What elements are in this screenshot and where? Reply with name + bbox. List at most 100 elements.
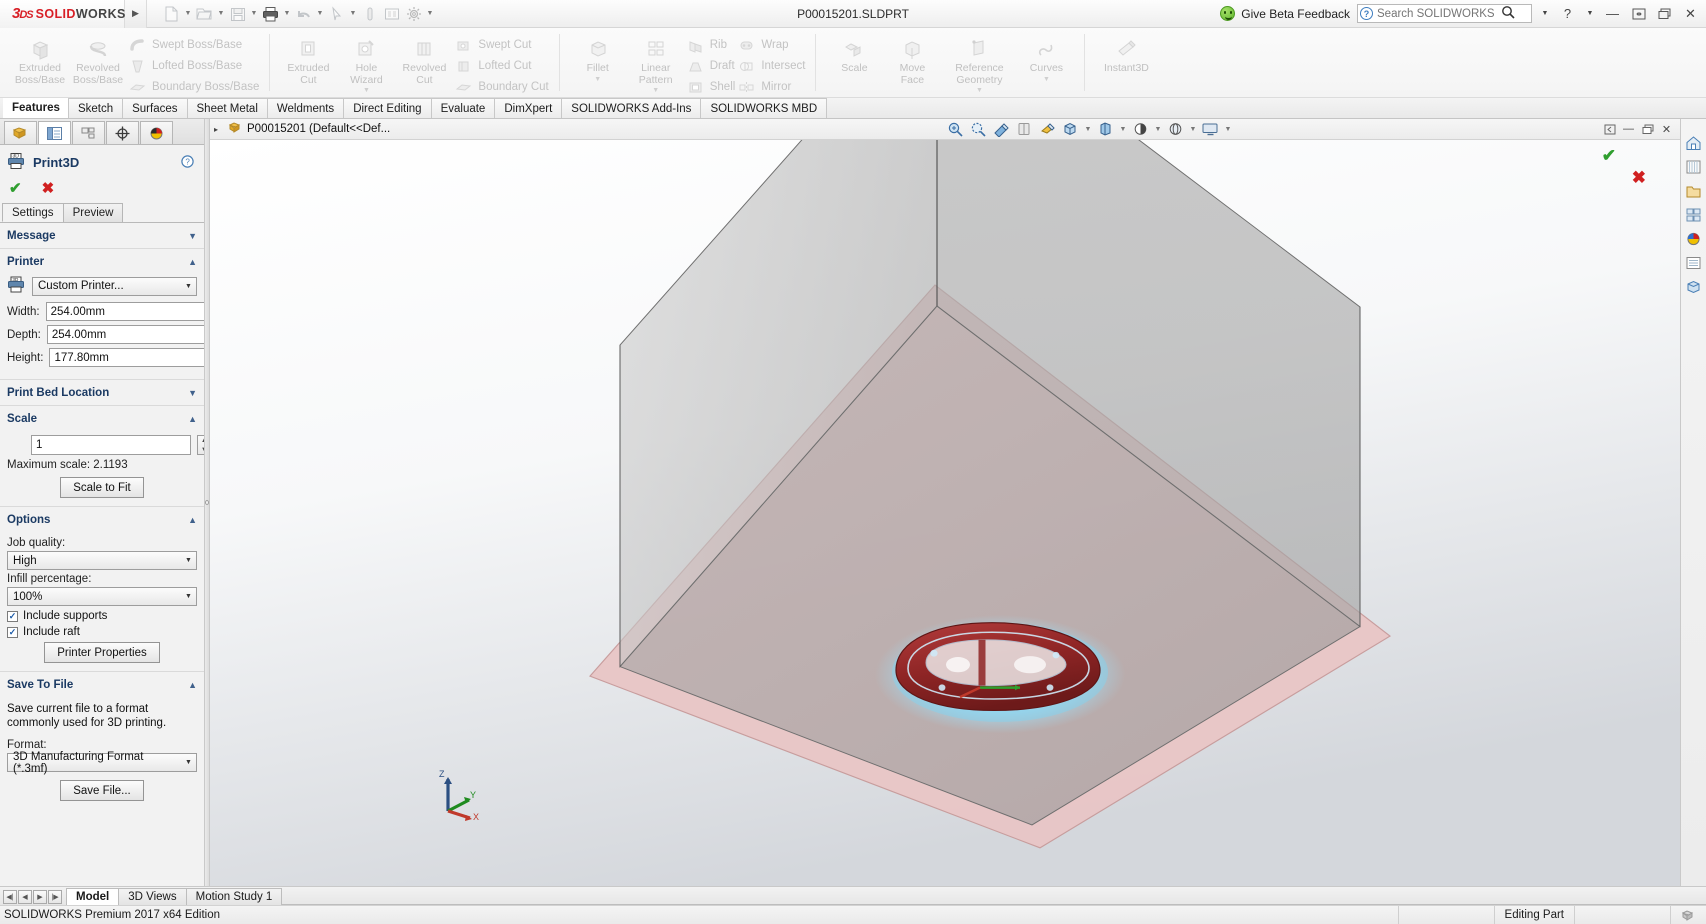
new-document-dropdown-icon[interactable]: ▼ [183, 3, 193, 25]
ribbon-draft[interactable]: Draft [686, 57, 736, 75]
expand-triangle-icon[interactable]: ▸ [214, 125, 223, 134]
configuration-manager-tab[interactable] [72, 121, 105, 144]
3d-views-icon[interactable] [1684, 277, 1704, 296]
help-icon[interactable]: ? [181, 155, 194, 171]
splitter-handle[interactable] [205, 500, 209, 505]
tab-surfaces[interactable]: Surfaces [122, 98, 187, 118]
first-tab-button[interactable]: ◀| [3, 890, 17, 904]
hide-show-dropdown-icon[interactable]: ▼ [1118, 118, 1128, 140]
scale-input-wrap[interactable] [31, 435, 191, 455]
select-dropdown-icon[interactable]: ▼ [348, 3, 358, 25]
scale-input[interactable] [32, 436, 190, 454]
ribbon-intersect[interactable]: Intersect [737, 57, 805, 75]
zoom-to-fit-icon[interactable] [945, 120, 966, 139]
document-close-button[interactable]: ✕ [1659, 122, 1674, 137]
appearances-scenes-icon[interactable] [1684, 229, 1704, 248]
view-settings-icon[interactable] [1200, 120, 1221, 139]
section-printer-header[interactable]: Printer ▲ [0, 249, 204, 274]
ribbon-move-face[interactable]: MoveFace [884, 31, 940, 86]
print-icon[interactable] [260, 3, 281, 25]
solidworks-logo[interactable]: 3DS SOLIDWORKS [0, 0, 125, 28]
tab-direct-editing[interactable]: Direct Editing [343, 98, 431, 118]
format-select[interactable]: 3D Manufacturing Format (*.3mf) ▼ [7, 753, 197, 772]
document-tab-motion-study[interactable]: Motion Study 1 [186, 888, 283, 905]
depth-input[interactable] [48, 326, 204, 343]
ok-button[interactable]: ✔ [9, 179, 22, 197]
document-tab-model[interactable]: Model [66, 888, 119, 905]
print-dropdown-icon[interactable]: ▼ [282, 3, 292, 25]
custom-properties-icon[interactable] [1684, 253, 1704, 272]
help-search-box[interactable]: ? [1357, 4, 1532, 23]
next-tab-button[interactable]: ▶ [33, 890, 47, 904]
new-document-icon[interactable] [161, 3, 182, 25]
appearance-dropdown-icon[interactable]: ▼ [1153, 118, 1163, 140]
display-manager-tab[interactable] [140, 121, 173, 144]
design-library-icon[interactable] [1684, 157, 1704, 176]
ribbon-extruded-boss-base[interactable]: ExtrudedBoss/Base [12, 31, 68, 86]
reference-geometry-dropdown-icon[interactable]: ▼ [976, 87, 983, 94]
solidworks-resources-icon[interactable] [1684, 133, 1704, 152]
view-palette-icon[interactable] [1684, 205, 1704, 224]
fillet-dropdown-icon[interactable]: ▼ [594, 76, 601, 83]
chevron-up-icon[interactable]: ▲ [188, 414, 197, 424]
document-tab-3d-views[interactable]: 3D Views [118, 888, 186, 905]
ribbon-fillet[interactable]: Fillet ▼ [570, 31, 626, 83]
tab-sketch[interactable]: Sketch [68, 98, 123, 118]
document-minimize-button[interactable]: — [1621, 122, 1636, 137]
ribbon-revolved-boss-base[interactable]: RevolvedBoss/Base [70, 31, 126, 86]
document-restore-button[interactable] [1640, 122, 1655, 137]
previous-tab-button[interactable]: ◀ [18, 890, 32, 904]
close-button[interactable]: ✕ [1681, 4, 1700, 24]
job-quality-select[interactable]: High ▼ [7, 551, 197, 570]
ribbon-rib[interactable]: Rib [686, 36, 736, 54]
tab-dimxpert[interactable]: DimXpert [494, 98, 562, 118]
previous-view-icon[interactable] [991, 120, 1012, 139]
ribbon-lofted-cut[interactable]: Lofted Cut [454, 57, 548, 75]
chevron-up-icon[interactable]: ▲ [188, 680, 197, 690]
give-beta-feedback-button[interactable]: Give Beta Feedback [1220, 6, 1350, 21]
ribbon-wrap[interactable]: Wrap [737, 36, 805, 54]
include-raft-row[interactable]: ✓ Include raft [7, 626, 197, 638]
tab-evaluate[interactable]: Evaluate [431, 98, 496, 118]
minimize-button[interactable]: — [1603, 4, 1622, 24]
help-button[interactable]: ? [1558, 4, 1577, 24]
section-scale-header[interactable]: Scale ▲ [0, 406, 204, 431]
width-input[interactable] [47, 303, 204, 320]
scene-dropdown-icon[interactable]: ▼ [1188, 118, 1198, 140]
search-input[interactable] [1377, 8, 1497, 20]
confirm-ok-button[interactable]: ✔ [1602, 146, 1616, 166]
search-dropdown-icon[interactable]: ▼ [1539, 4, 1551, 24]
restore-pin-button[interactable] [1629, 4, 1648, 24]
include-supports-row[interactable]: ✓ Include supports [7, 610, 197, 622]
search-icon[interactable] [1501, 5, 1515, 22]
height-input[interactable] [50, 349, 204, 366]
feature-tree-root[interactable]: ▸ P00015201 (Default<<Def... [210, 121, 390, 137]
undo-dropdown-icon[interactable]: ▼ [315, 3, 325, 25]
rebuild-icon[interactable] [359, 3, 380, 25]
ribbon-boundary-boss-base[interactable]: Boundary Boss/Base [128, 78, 259, 96]
chevron-up-icon[interactable]: ▲ [188, 515, 197, 525]
scale-stepper[interactable]: ▲▼ [197, 435, 204, 455]
chevron-down-icon[interactable]: ▼ [181, 759, 196, 766]
infill-percentage-select[interactable]: 100% ▼ [7, 587, 197, 606]
include-raft-checkbox[interactable]: ✓ [7, 627, 18, 638]
display-style-icon[interactable] [1060, 120, 1081, 139]
apply-scene-icon[interactable] [1165, 120, 1186, 139]
save-file-button[interactable]: Save File... [60, 780, 144, 801]
3d-viewport[interactable]: Z Y X ✔ ✖ [210, 140, 1680, 886]
ribbon-hole-wizard[interactable]: HoleWizard ▼ [338, 31, 394, 94]
zoom-to-area-icon[interactable] [968, 120, 989, 139]
chevron-down-icon[interactable]: ▼ [181, 557, 196, 564]
chevron-down-icon[interactable]: ▼ [188, 231, 197, 241]
stepper-up-icon[interactable]: ▲ [198, 436, 204, 445]
section-print-bed-location-header[interactable]: Print Bed Location ▼ [0, 380, 204, 405]
width-input-wrap[interactable]: ▲▼ [46, 302, 204, 321]
ribbon-boundary-cut[interactable]: Boundary Cut [454, 78, 548, 96]
tab-solidworks-add-ins[interactable]: SOLIDWORKS Add-Ins [561, 98, 701, 118]
hide-show-items-icon[interactable] [1095, 120, 1116, 139]
maximize-button[interactable] [1655, 4, 1674, 24]
hole-wizard-dropdown-icon[interactable]: ▼ [363, 87, 370, 94]
ribbon-linear-pattern[interactable]: LinearPattern ▼ [628, 31, 684, 94]
view-orientation-icon[interactable] [1037, 120, 1058, 139]
ribbon-revolved-cut[interactable]: RevolvedCut [396, 31, 452, 86]
